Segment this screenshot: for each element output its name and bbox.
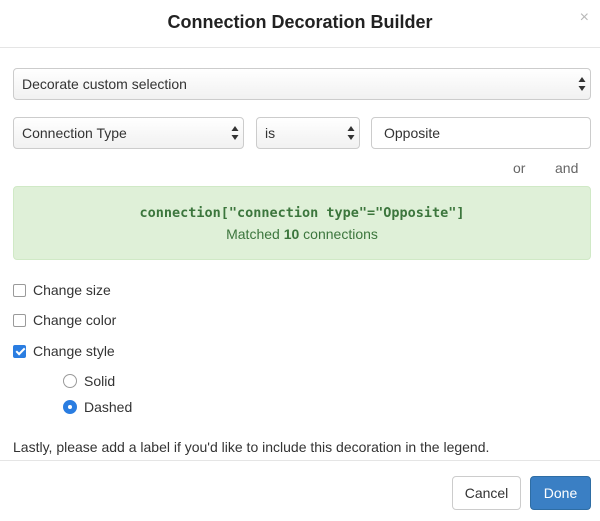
change-style-label: Change style [33, 343, 115, 359]
dialog-header: Connection Decoration Builder × [0, 0, 600, 48]
solid-label: Solid [84, 373, 116, 389]
close-icon[interactable]: × [580, 10, 589, 26]
match-result-box: connection["connection type"="Opposite"]… [13, 186, 591, 260]
change-color-option[interactable]: Change color [13, 310, 116, 330]
field-select[interactable]: Connection Type [13, 117, 244, 149]
done-button[interactable]: Done [530, 476, 591, 510]
or-link[interactable]: or [513, 160, 525, 176]
change-size-option[interactable]: Change size [13, 280, 111, 300]
change-style-checkbox[interactable] [13, 344, 26, 358]
decoration-builder-dialog: Connection Decoration Builder × Decorate… [0, 0, 600, 521]
solid-option[interactable]: Solid [63, 371, 115, 391]
dashed-radio[interactable] [63, 400, 77, 414]
change-color-checkbox[interactable] [13, 313, 26, 327]
operator-select[interactable]: is [256, 117, 360, 149]
select-arrows-icon [231, 126, 239, 140]
matched-prefix: Matched [226, 226, 284, 242]
matched-suffix: connections [299, 226, 378, 242]
operator-select-value: is [265, 125, 276, 141]
selector-query: connection["connection type"="Opposite"] [139, 205, 465, 221]
solid-radio[interactable] [63, 374, 77, 388]
field-select-value: Connection Type [22, 125, 127, 141]
select-arrows-icon [347, 126, 355, 140]
cancel-button[interactable]: Cancel [452, 476, 521, 510]
dashed-option[interactable]: Dashed [63, 397, 132, 417]
dialog-title: Connection Decoration Builder [167, 12, 433, 32]
footer-divider [0, 460, 600, 461]
scope-select-value: Decorate custom selection [22, 76, 187, 92]
change-color-label: Change color [33, 312, 117, 328]
legend-note: Lastly, please add a label if you'd like… [13, 439, 490, 455]
matched-count-text: Matched 10 connections [14, 226, 590, 242]
change-size-checkbox[interactable] [13, 283, 26, 297]
scope-select[interactable]: Decorate custom selection [13, 68, 591, 100]
change-size-label: Change size [33, 282, 111, 298]
and-link[interactable]: and [555, 160, 578, 176]
value-input[interactable]: Opposite [371, 117, 591, 149]
change-style-option[interactable]: Change style [13, 341, 115, 361]
dashed-label: Dashed [84, 399, 133, 415]
matched-count: 10 [283, 226, 300, 242]
select-arrows-icon [578, 77, 586, 91]
